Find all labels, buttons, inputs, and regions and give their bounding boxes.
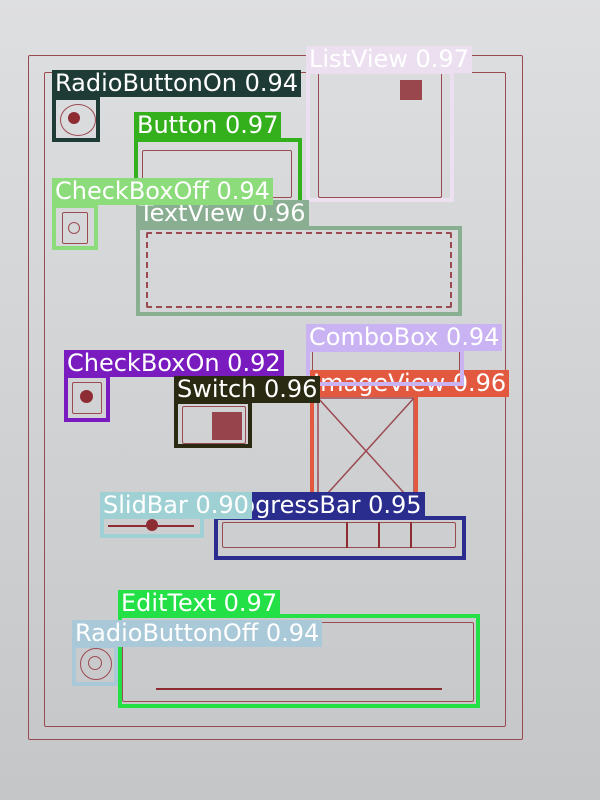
- detection-box-progress-bar: [214, 516, 466, 560]
- detection-box-list-view: [306, 70, 454, 202]
- detection-label-checkbox-off: CheckBoxOff 0.94: [52, 178, 273, 205]
- detection-box-radio-off: [72, 644, 118, 686]
- detection-box-combo-box: [306, 348, 464, 386]
- detection-label-radio-off: RadioButtonOff 0.94: [72, 620, 323, 647]
- detection-label-combo-box: ComboBox 0.94: [306, 324, 503, 351]
- detection-label-slid-bar: SlidBar 0.90: [100, 492, 252, 519]
- detection-box-checkbox-on: [64, 374, 110, 422]
- detection-box-switch: [174, 400, 252, 448]
- detection-label-checkbox-on: CheckBoxOn 0.92: [64, 350, 284, 377]
- detection-label-switch: Switch 0.96: [174, 376, 321, 403]
- detection-label-radio-on: RadioButtonOn 0.94: [52, 70, 301, 97]
- detection-label-list-view: ListView 0.97: [306, 46, 472, 73]
- detection-box-checkbox-off: [52, 204, 98, 250]
- detection-label-edit-text: EditText 0.97: [118, 590, 281, 617]
- detection-label-button: Button 0.97: [134, 112, 282, 139]
- detection-box-radio-on: [52, 96, 100, 142]
- detection-box-text-view: [136, 226, 462, 316]
